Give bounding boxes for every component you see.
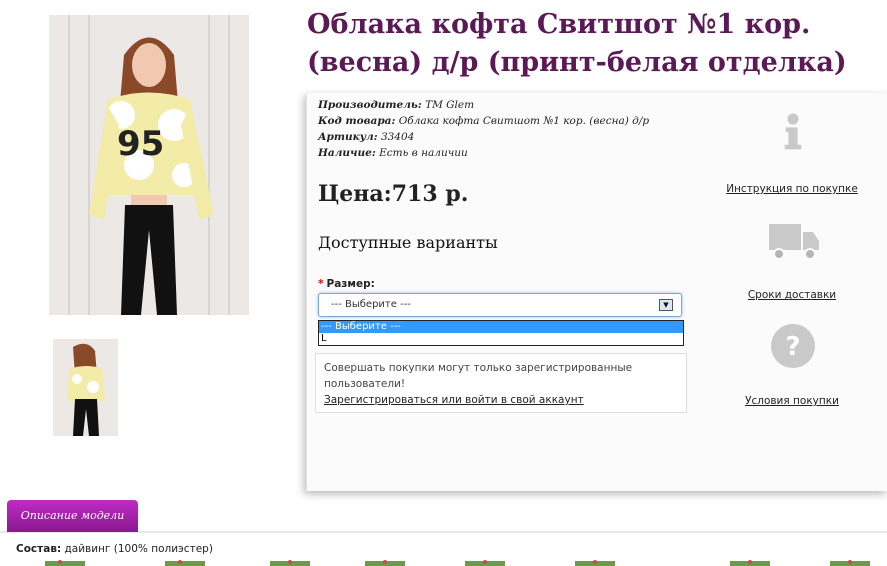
article-row: Артикул: 33404 [318, 129, 414, 145]
composition-label: Состав: [16, 543, 62, 555]
size-select-value: --- Выберите --- [331, 299, 411, 310]
composition-row: Состав: дайвинг (100% полиэстер) [16, 543, 213, 555]
size-label: * Размер: [318, 278, 375, 290]
size-dropdown-list: --- Выберите --- L [318, 320, 684, 346]
required-marker: * [318, 278, 324, 290]
article-value: 33404 [380, 131, 415, 143]
thumbnail-image [53, 339, 118, 436]
question-icon[interactable]: ? [763, 322, 823, 376]
svg-text:95: 95 [117, 124, 164, 164]
product-main-photo[interactable]: 95 [49, 15, 249, 315]
tab-model-description[interactable]: Описание модели [7, 500, 138, 532]
stock-row: Наличие: Есть в наличии [318, 145, 468, 161]
login-notice-text: Совершать покупки могут только зарегистр… [324, 362, 633, 390]
product-title: Облака кофта Свитшот №1 кор. (весна) д/р… [307, 9, 847, 78]
product-code-row: Код товара: Облака кофта Свитшот №1 кор.… [318, 113, 649, 129]
variants-heading: Доступные варианты [318, 233, 498, 252]
manufacturer-value: TM Glem [425, 99, 475, 111]
delivery-terms-link[interactable]: Сроки доставки [707, 289, 877, 301]
dropdown-arrow-icon[interactable]: ▼ [659, 299, 673, 311]
composition-value: дайвинг (100% полиэстер) [64, 543, 213, 555]
size-select[interactable]: --- Выберите --- ▼ [318, 293, 682, 317]
product-thumbnail[interactable] [53, 339, 118, 436]
article-label: Артикул: [318, 131, 378, 143]
product-photo-image: 95 [49, 15, 249, 315]
login-notice-box: Совершать покупки могут только зарегистр… [315, 353, 687, 413]
stock-value: Есть в наличии [379, 147, 468, 159]
size-label-text: Размер: [326, 278, 375, 290]
svg-text:?: ? [785, 332, 800, 362]
purchase-instruction-link[interactable]: Инструкция по покупке [707, 183, 877, 195]
purchase-conditions-link[interactable]: Условия покупки [707, 395, 877, 407]
truck-icon[interactable] [763, 216, 823, 270]
product-code-label: Код товара: [318, 115, 396, 127]
garland-decoration [45, 560, 870, 566]
size-option-placeholder[interactable]: --- Выберите --- [319, 321, 683, 333]
manufacturer-label: Производитель: [318, 99, 422, 111]
register-login-link[interactable]: Зарегистрироваться или войти в свой акка… [324, 394, 584, 406]
product-code-value: Облака кофта Свитшот №1 кор. (весна) д/р [398, 115, 650, 127]
size-option-l[interactable]: L [319, 333, 683, 345]
product-price: Цена:713 р. [318, 181, 469, 207]
stock-label: Наличие: [318, 147, 376, 159]
manufacturer-row: Производитель: TM Glem [318, 97, 474, 113]
info-icon[interactable] [763, 108, 823, 158]
